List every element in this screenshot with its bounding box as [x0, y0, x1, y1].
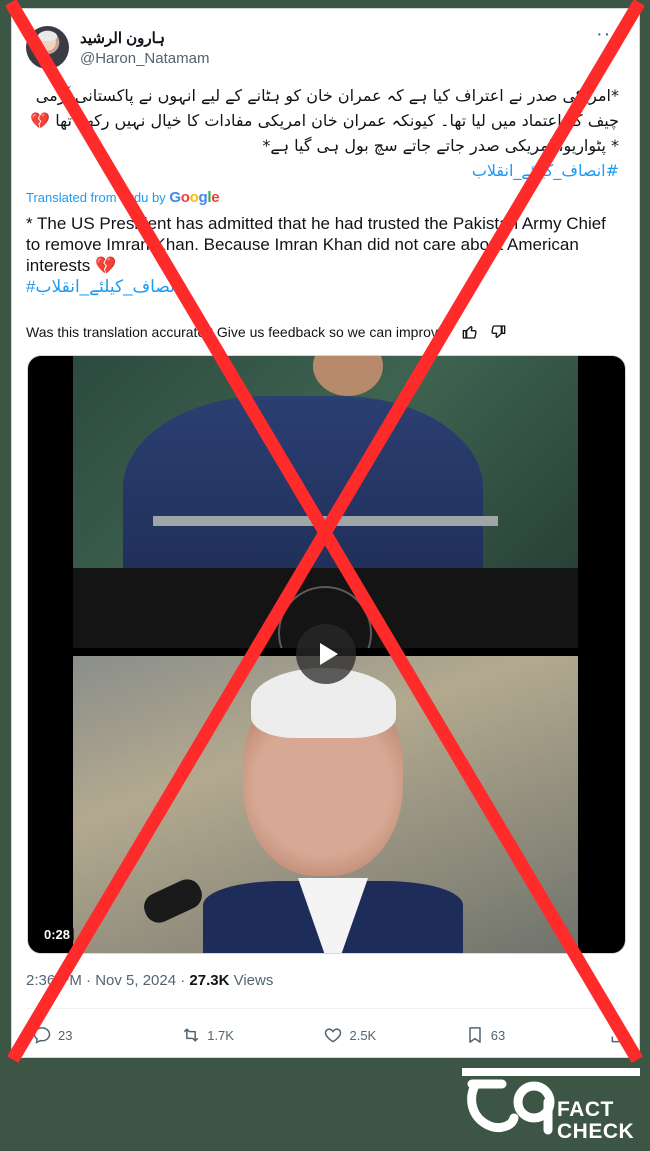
tweet-card: ہارون الرشید @Haron_Natamam ··· *امریکی …: [11, 8, 640, 1058]
translation-attribution[interactable]: Translated from Urdu by Google: [26, 189, 220, 206]
play-icon[interactable]: [296, 624, 356, 684]
google-logo: Google: [169, 189, 220, 206]
urdu-line-3: * پٹواریو، امریکی صدر جاتے جاتے سچ بول ہ…: [262, 136, 619, 155]
translation-feedback: Was this translation accurate? Give us f…: [26, 324, 506, 340]
like-button[interactable]: 2.5K: [323, 1025, 464, 1045]
more-options-icon[interactable]: ···: [596, 23, 619, 46]
thumbs-down-icon[interactable]: [490, 324, 506, 340]
english-hashtag-link[interactable]: #انصاف_کیلئے_انقلاب: [26, 277, 180, 296]
tweet-meta: 2:36 PM · Nov 5, 2024 · 27.3K Views: [26, 972, 273, 989]
like-count: 2.5K: [349, 1027, 377, 1043]
heart-icon: [325, 1028, 342, 1043]
logo-fact-text: FACT: [557, 1098, 614, 1121]
repost-icon: [184, 1028, 199, 1042]
video-frame-speech: [73, 356, 578, 648]
urdu-line-2-text: چیف کو اعتماد میں لیا تھا۔ کیونکہ عمران …: [55, 111, 619, 130]
urdu-line-2: چیف کو اعتماد میں لیا تھا۔ کیونکہ عمران …: [26, 108, 619, 133]
author-handle[interactable]: @Haron_Natamam: [80, 50, 209, 67]
bookmark-button[interactable]: 63: [465, 1025, 609, 1045]
video-player[interactable]: 0:28: [27, 355, 626, 954]
share-icon: [611, 1026, 627, 1043]
avatar[interactable]: [26, 26, 69, 69]
logo-check-text: CHECK: [557, 1120, 635, 1143]
video-frame-portrait: [73, 656, 578, 953]
repost-count: 1.7K: [207, 1027, 234, 1043]
reply-count: 23: [58, 1027, 73, 1043]
bookmark-count: 63: [490, 1027, 506, 1043]
author-display-name[interactable]: ہارون الرشید: [80, 29, 165, 47]
views-count: 27.3K: [189, 972, 230, 989]
broken-heart-emoji: 💔: [94, 256, 117, 275]
bookmark-icon: [469, 1027, 481, 1043]
divider: [26, 1008, 625, 1009]
feedback-text: Was this translation accurate? Give us f…: [26, 324, 450, 340]
tweet-actions: 23 1.7K 2.5K 63: [32, 1023, 629, 1047]
tweet-english-text: * The US President has admitted that he …: [26, 213, 621, 297]
video-duration: 0:28: [40, 926, 75, 943]
microphone-icon: [139, 874, 207, 928]
broken-heart-emoji: 💔: [30, 111, 51, 130]
urdu-hashtag-link[interactable]: #انصاف_کیلئے_انقلاب: [26, 158, 619, 183]
share-button[interactable]: [609, 1025, 629, 1045]
tweet-timestamp[interactable]: 2:36 PM · Nov 5, 2024 ·: [26, 972, 189, 989]
thumbs-up-icon[interactable]: [462, 324, 478, 340]
reply-icon: [33, 1027, 51, 1044]
tweet-urdu-text: *امریکی صدر نے اعتراف کیا ہے کہ عمران خا…: [26, 83, 619, 183]
urdu-line-1: *امریکی صدر نے اعتراف کیا ہے کہ عمران خا…: [35, 86, 619, 105]
repost-button[interactable]: 1.7K: [181, 1025, 323, 1045]
views-label: Views: [229, 972, 274, 989]
translated-label: Translated from Urdu by: [26, 190, 166, 205]
reply-button[interactable]: 23: [32, 1025, 181, 1045]
